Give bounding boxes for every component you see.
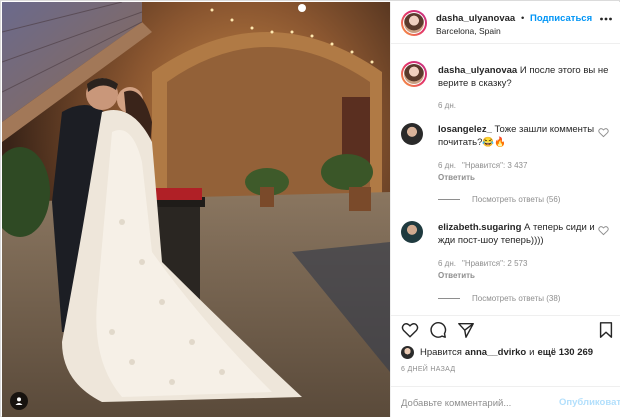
comment-text: losangelez_ Тоже зашли комменты почитать… [438,123,598,149]
user-tag-icon[interactable] [10,392,28,410]
caption-username[interactable]: dasha_ulyanovaa [438,65,517,76]
likes-prefix: Нравится [420,346,462,358]
comment-like-heart-icon[interactable] [598,225,609,236]
likes-count-button[interactable]: ещё 130 269 [537,347,593,358]
comment-likes[interactable]: "Нравится": 3 437 [462,161,527,170]
wedding-photo [2,2,390,417]
add-comment-bar: Опубликовать [391,386,620,417]
comment-username[interactable]: elizabeth.sugaring [438,222,521,233]
publish-button[interactable]: Опубликовать [559,397,620,408]
comment-meta: 6 дн. "Нравится": 2 573 [438,259,533,268]
comment-text: elizabeth.sugaring А теперь сиди и жди п… [438,221,598,247]
reply-button[interactable]: Ответить [438,173,475,182]
post-header: dasha_ulyanovaa • Подписаться Barcelona,… [391,2,620,44]
caption-avatar[interactable] [401,61,427,87]
bookmark-icon[interactable] [597,321,615,339]
comments-list[interactable]: dasha_ulyanovaa И после этого вы не вери… [391,45,620,315]
post-modal: dasha_ulyanovaa • Подписаться Barcelona,… [0,0,620,417]
heart-icon[interactable] [401,321,419,339]
view-replies-label: Посмотреть ответы (56) [472,195,561,204]
post-side-panel: dasha_ulyanovaa • Подписаться Barcelona,… [390,2,620,417]
comment-time[interactable]: 6 дн. [438,259,456,268]
view-replies-button[interactable]: Посмотреть ответы (56) [438,195,560,204]
author-avatar[interactable] [401,10,427,36]
comment-icon[interactable] [429,321,447,339]
view-replies-button[interactable]: Посмотреть ответы (38) [438,294,560,303]
follow-button[interactable]: Подписаться [530,13,592,24]
comment-avatar[interactable] [401,123,423,145]
post-photo[interactable] [2,2,390,417]
likes-summary: Нравится anna__dvirko и ещё 130 269 [401,344,596,360]
view-replies-label: Посмотреть ответы (38) [472,294,561,303]
likes-and: и [529,346,535,358]
comment-avatar[interactable] [401,221,423,243]
view-replies-line [438,199,460,200]
comment-likes[interactable]: "Нравится": 2 573 [462,259,527,268]
author-username[interactable]: dasha_ulyanovaa [436,13,515,24]
comment-input[interactable] [401,395,551,411]
liker-username[interactable]: anna__dvirko [465,347,526,358]
view-replies-line [438,298,460,299]
comment-username[interactable]: losangelez_ [438,124,492,135]
liker-avatar[interactable] [401,345,414,359]
more-horizontal-icon[interactable] [599,12,613,26]
header-separator: • [521,13,525,24]
comment-time[interactable]: 6 дн. [438,161,456,170]
post-location[interactable]: Barcelona, Spain [436,26,501,36]
reply-button[interactable]: Ответить [438,271,475,280]
post-timestamp[interactable]: 6 ДНЕЙ НАЗАД [401,366,455,373]
comment-meta: 6 дн. "Нравится": 3 437 [438,161,533,170]
caption-text: dasha_ulyanovaa И после этого вы не вери… [438,64,618,90]
comment-like-heart-icon[interactable] [598,127,609,138]
caption-time: 6 дн. [438,101,456,110]
share-icon[interactable] [457,321,475,339]
post-actions: Нравится anna__dvirko и ещё 130 269 6 ДН… [391,315,620,417]
